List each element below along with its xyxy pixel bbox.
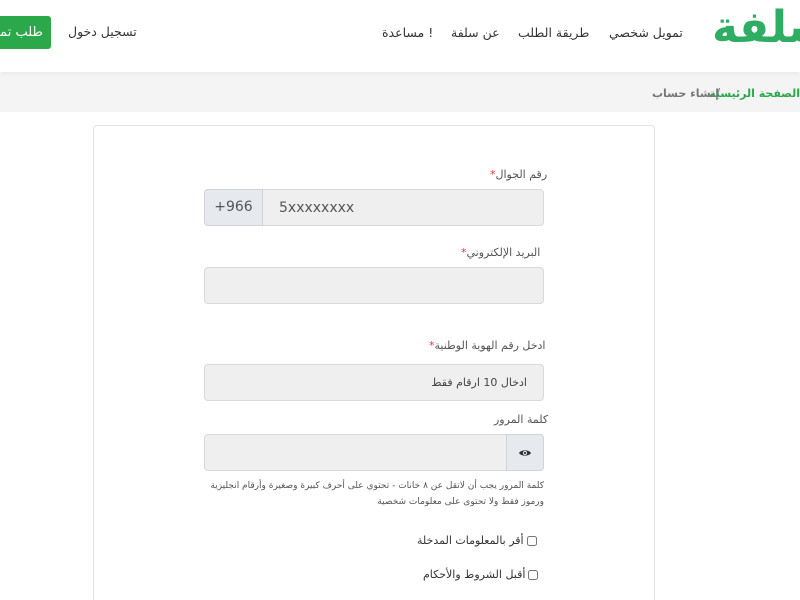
site-logo[interactable]: سلفة <box>712 6 800 50</box>
password-field-wrapper <box>204 434 544 471</box>
nav-personal-finance[interactable]: تمويل شخصي <box>609 25 683 40</box>
accept-terms-label: أقبل الشروط والأحكام <box>423 568 526 581</box>
confirm-info-row[interactable]: أقر بالمعلومات المدخلة <box>417 534 537 547</box>
breadcrumb-current: إنشاء حساب <box>652 87 719 100</box>
accept-terms-checkbox[interactable] <box>528 569 539 580</box>
password-hint: كلمة المرور يجب أن لاتقل عن ٨ خانات - تح… <box>210 481 544 507</box>
password-toggle-button[interactable] <box>506 434 544 471</box>
confirm-info-label: أقر بالمعلومات المدخلة <box>417 534 524 547</box>
phone-label: رقم الجوال* <box>490 168 548 181</box>
nav-help[interactable]: مساعدة ! <box>382 25 433 40</box>
national-id-input[interactable] <box>205 365 543 400</box>
password-label: كلمة المرور <box>494 413 549 426</box>
nav-about[interactable]: عن سلفة <box>451 25 500 40</box>
breadcrumb: الصفحة الرئيسية / إنشاء حساب <box>0 72 800 112</box>
national-id-field-wrapper <box>204 364 544 401</box>
national-id-label: ادخل رقم الهوية الوطنية* <box>429 339 546 352</box>
email-label: البريد الإلكتروني* <box>461 246 541 259</box>
password-input[interactable] <box>205 435 507 470</box>
site-header: سلفة تمويل شخصي طريقة الطلب عن سلفة مساع… <box>0 0 800 72</box>
email-input[interactable] <box>205 268 543 303</box>
nav-how-to-apply[interactable]: طريقة الطلب <box>518 25 589 40</box>
confirm-info-checkbox[interactable] <box>526 535 537 546</box>
breadcrumb-home-link[interactable]: الصفحة الرئيسية <box>709 87 800 100</box>
apply-finance-button[interactable]: طلب تمويل <box>0 16 51 49</box>
phone-country-code: +966 <box>204 189 263 226</box>
login-link[interactable]: تسجيل دخول <box>68 24 137 39</box>
eye-icon <box>519 449 531 456</box>
email-field-wrapper <box>204 267 544 304</box>
accept-terms-row[interactable]: أقبل الشروط والأحكام <box>423 568 539 581</box>
